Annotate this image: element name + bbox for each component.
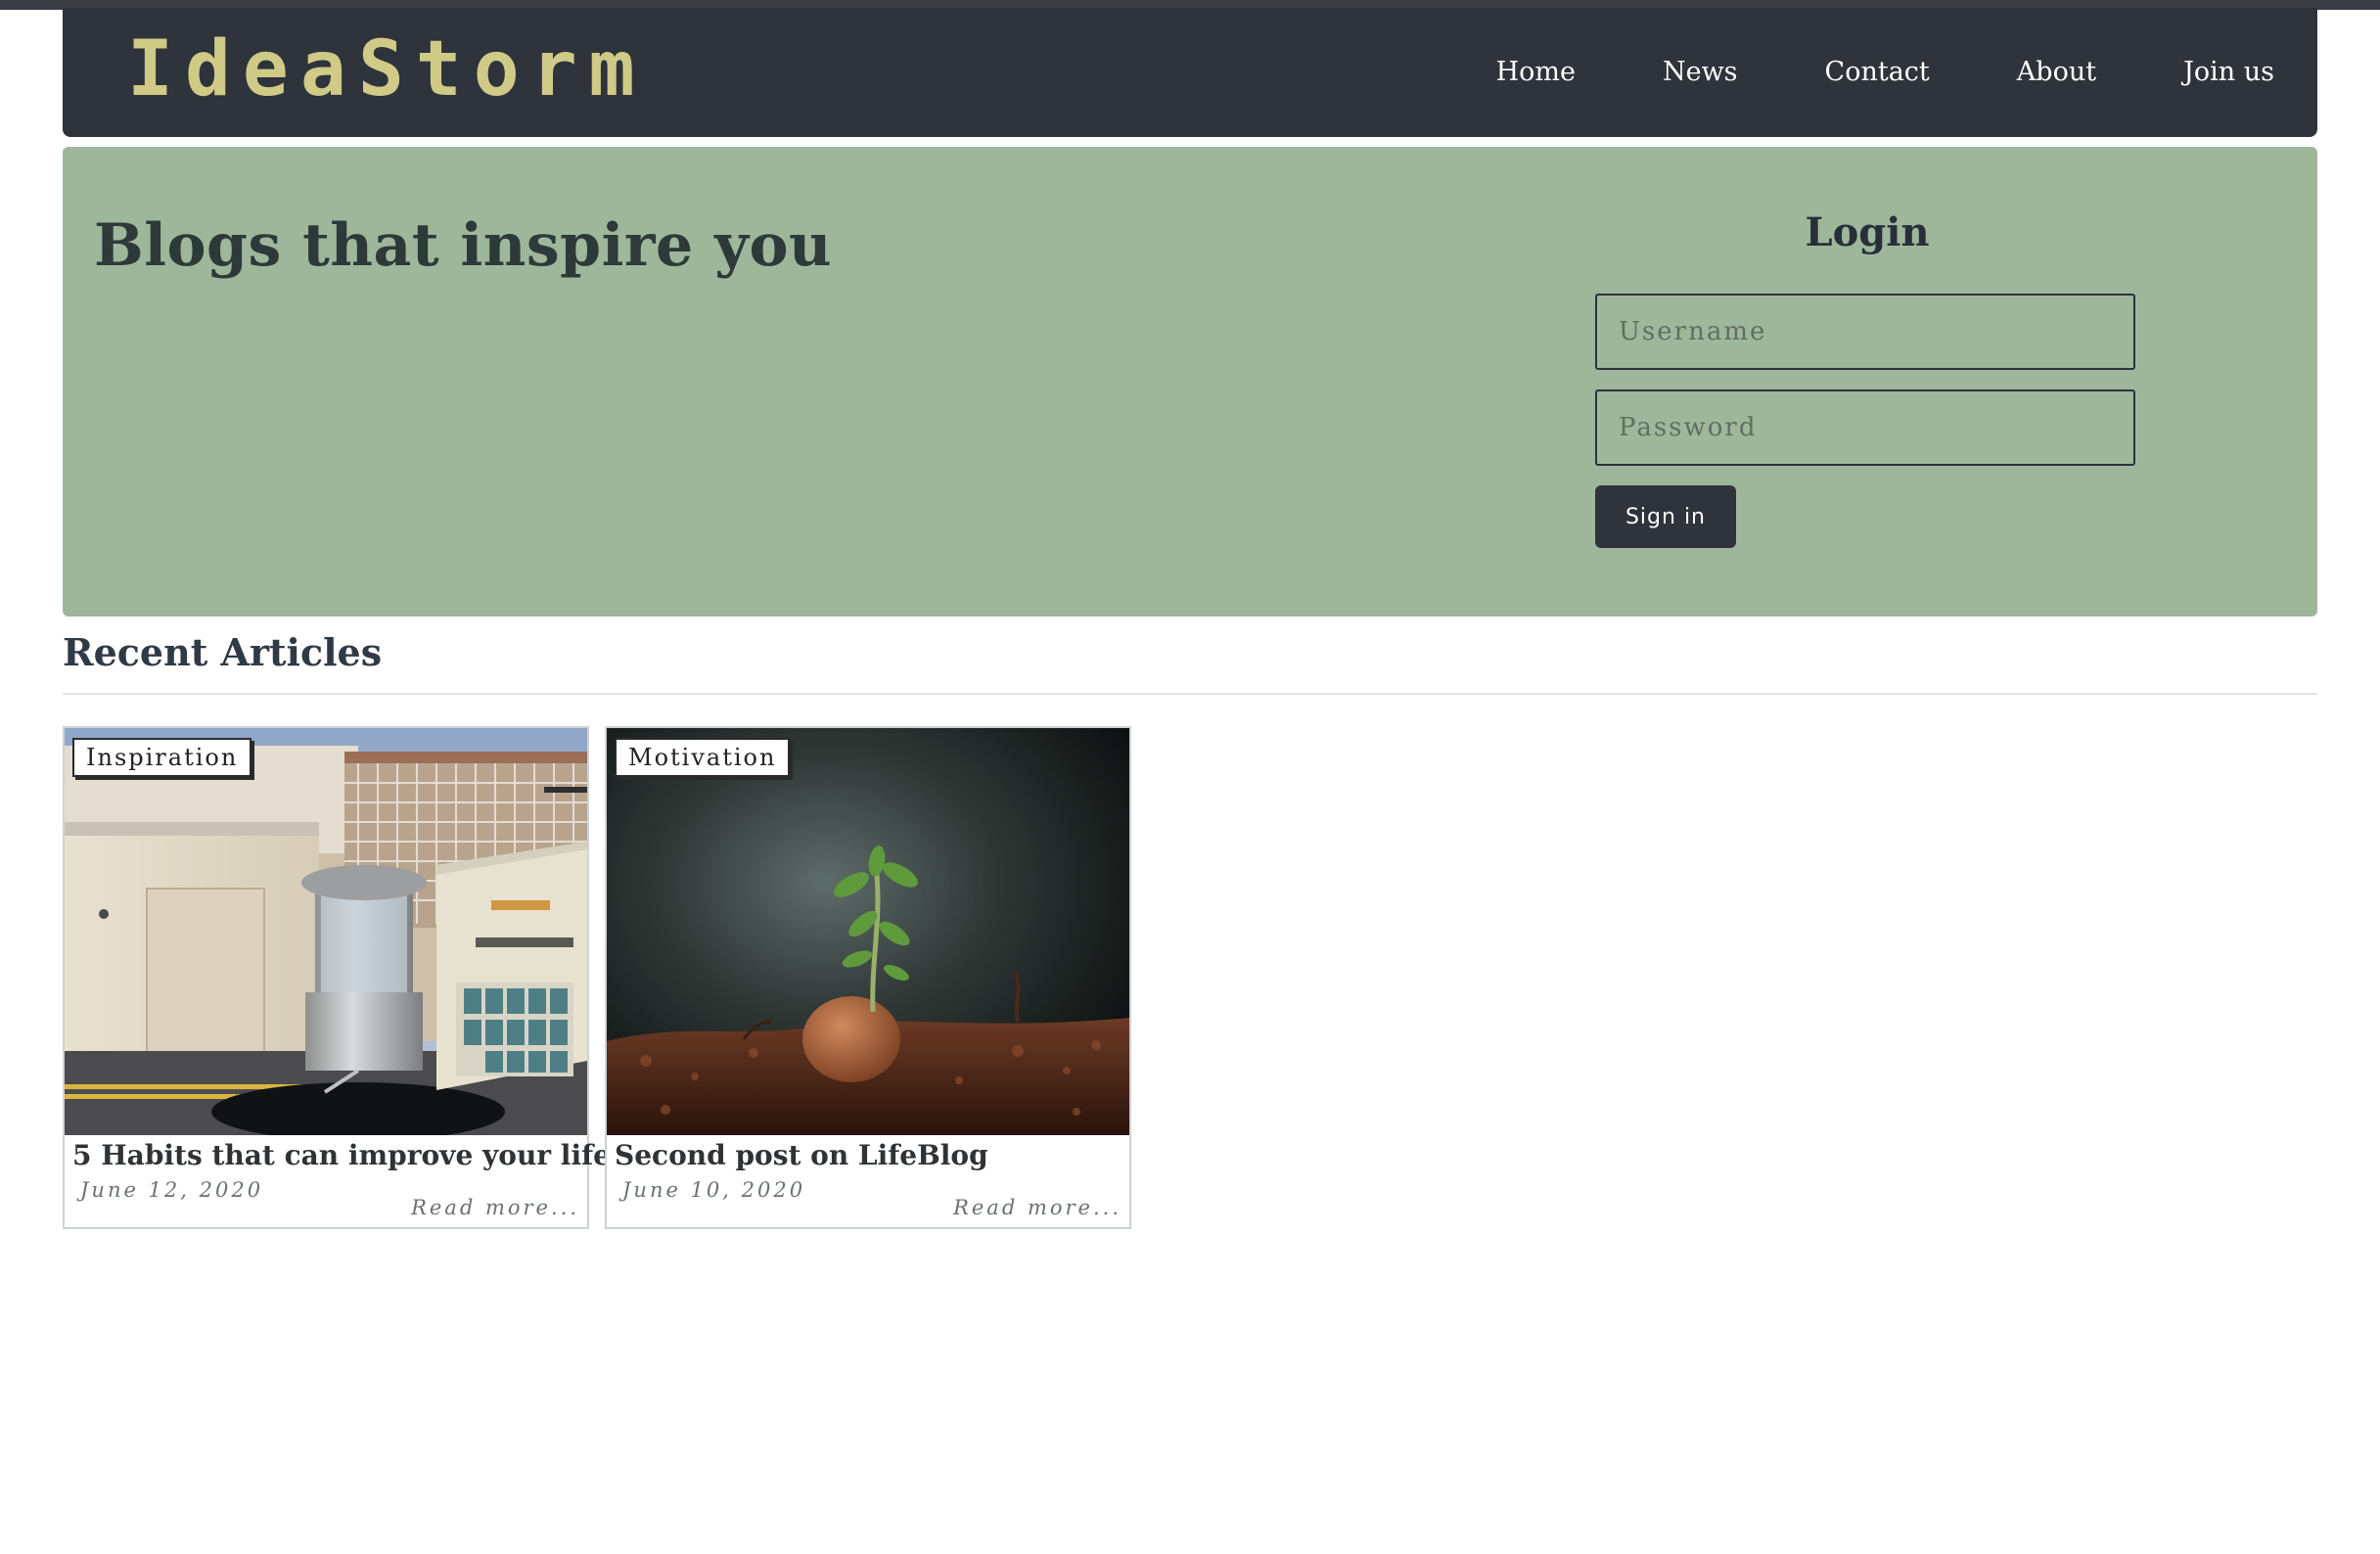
- nav-item-home[interactable]: Home: [1496, 53, 1576, 92]
- category-badge[interactable]: Inspiration: [72, 738, 252, 777]
- article-date: June 12, 2020: [80, 1178, 264, 1202]
- article-card[interactable]: Inspiration 5 Habits that can improve yo…: [63, 726, 611, 1229]
- recent-articles-title: Recent Articles: [63, 630, 383, 674]
- nav-item-about[interactable]: About: [2017, 53, 2096, 92]
- read-more-link[interactable]: Read more...: [953, 1196, 1121, 1219]
- sprout-illustration: [607, 728, 1129, 1135]
- username-input[interactable]: [1595, 294, 2135, 370]
- article-card[interactable]: Motivation Second post on LifeBlog June …: [605, 726, 1131, 1229]
- password-input[interactable]: [1595, 389, 2135, 466]
- read-more-link[interactable]: Read more...: [411, 1196, 579, 1219]
- article-image-sprout[interactable]: [607, 728, 1129, 1135]
- hero-banner: Blogs that inspire you Login Sign in: [63, 147, 2317, 617]
- storefront-illustration: [65, 728, 587, 1135]
- nav-item-news[interactable]: News: [1663, 53, 1738, 92]
- article-title[interactable]: 5 Habits that can improve your life: [72, 1139, 611, 1171]
- article-title[interactable]: Second post on LifeBlog: [615, 1139, 988, 1171]
- main-nav: Home News Contact About Join us: [1409, 53, 2274, 92]
- article-date: June 10, 2020: [622, 1178, 806, 1202]
- login-title: Login: [1805, 209, 1930, 255]
- nav-item-contact[interactable]: Contact: [1825, 53, 1930, 92]
- sign-in-button[interactable]: Sign in: [1595, 485, 1736, 548]
- category-badge[interactable]: Motivation: [615, 738, 791, 777]
- hero-title: Blogs that inspire you: [94, 211, 833, 280]
- navbar: IdeaStorm Home News Contact About Join u…: [63, 8, 2317, 137]
- article-image-storefront[interactable]: [65, 728, 587, 1135]
- brand-logo[interactable]: IdeaStorm: [127, 25, 647, 114]
- section-divider: [63, 693, 2317, 695]
- nav-item-join-us[interactable]: Join us: [2183, 53, 2274, 92]
